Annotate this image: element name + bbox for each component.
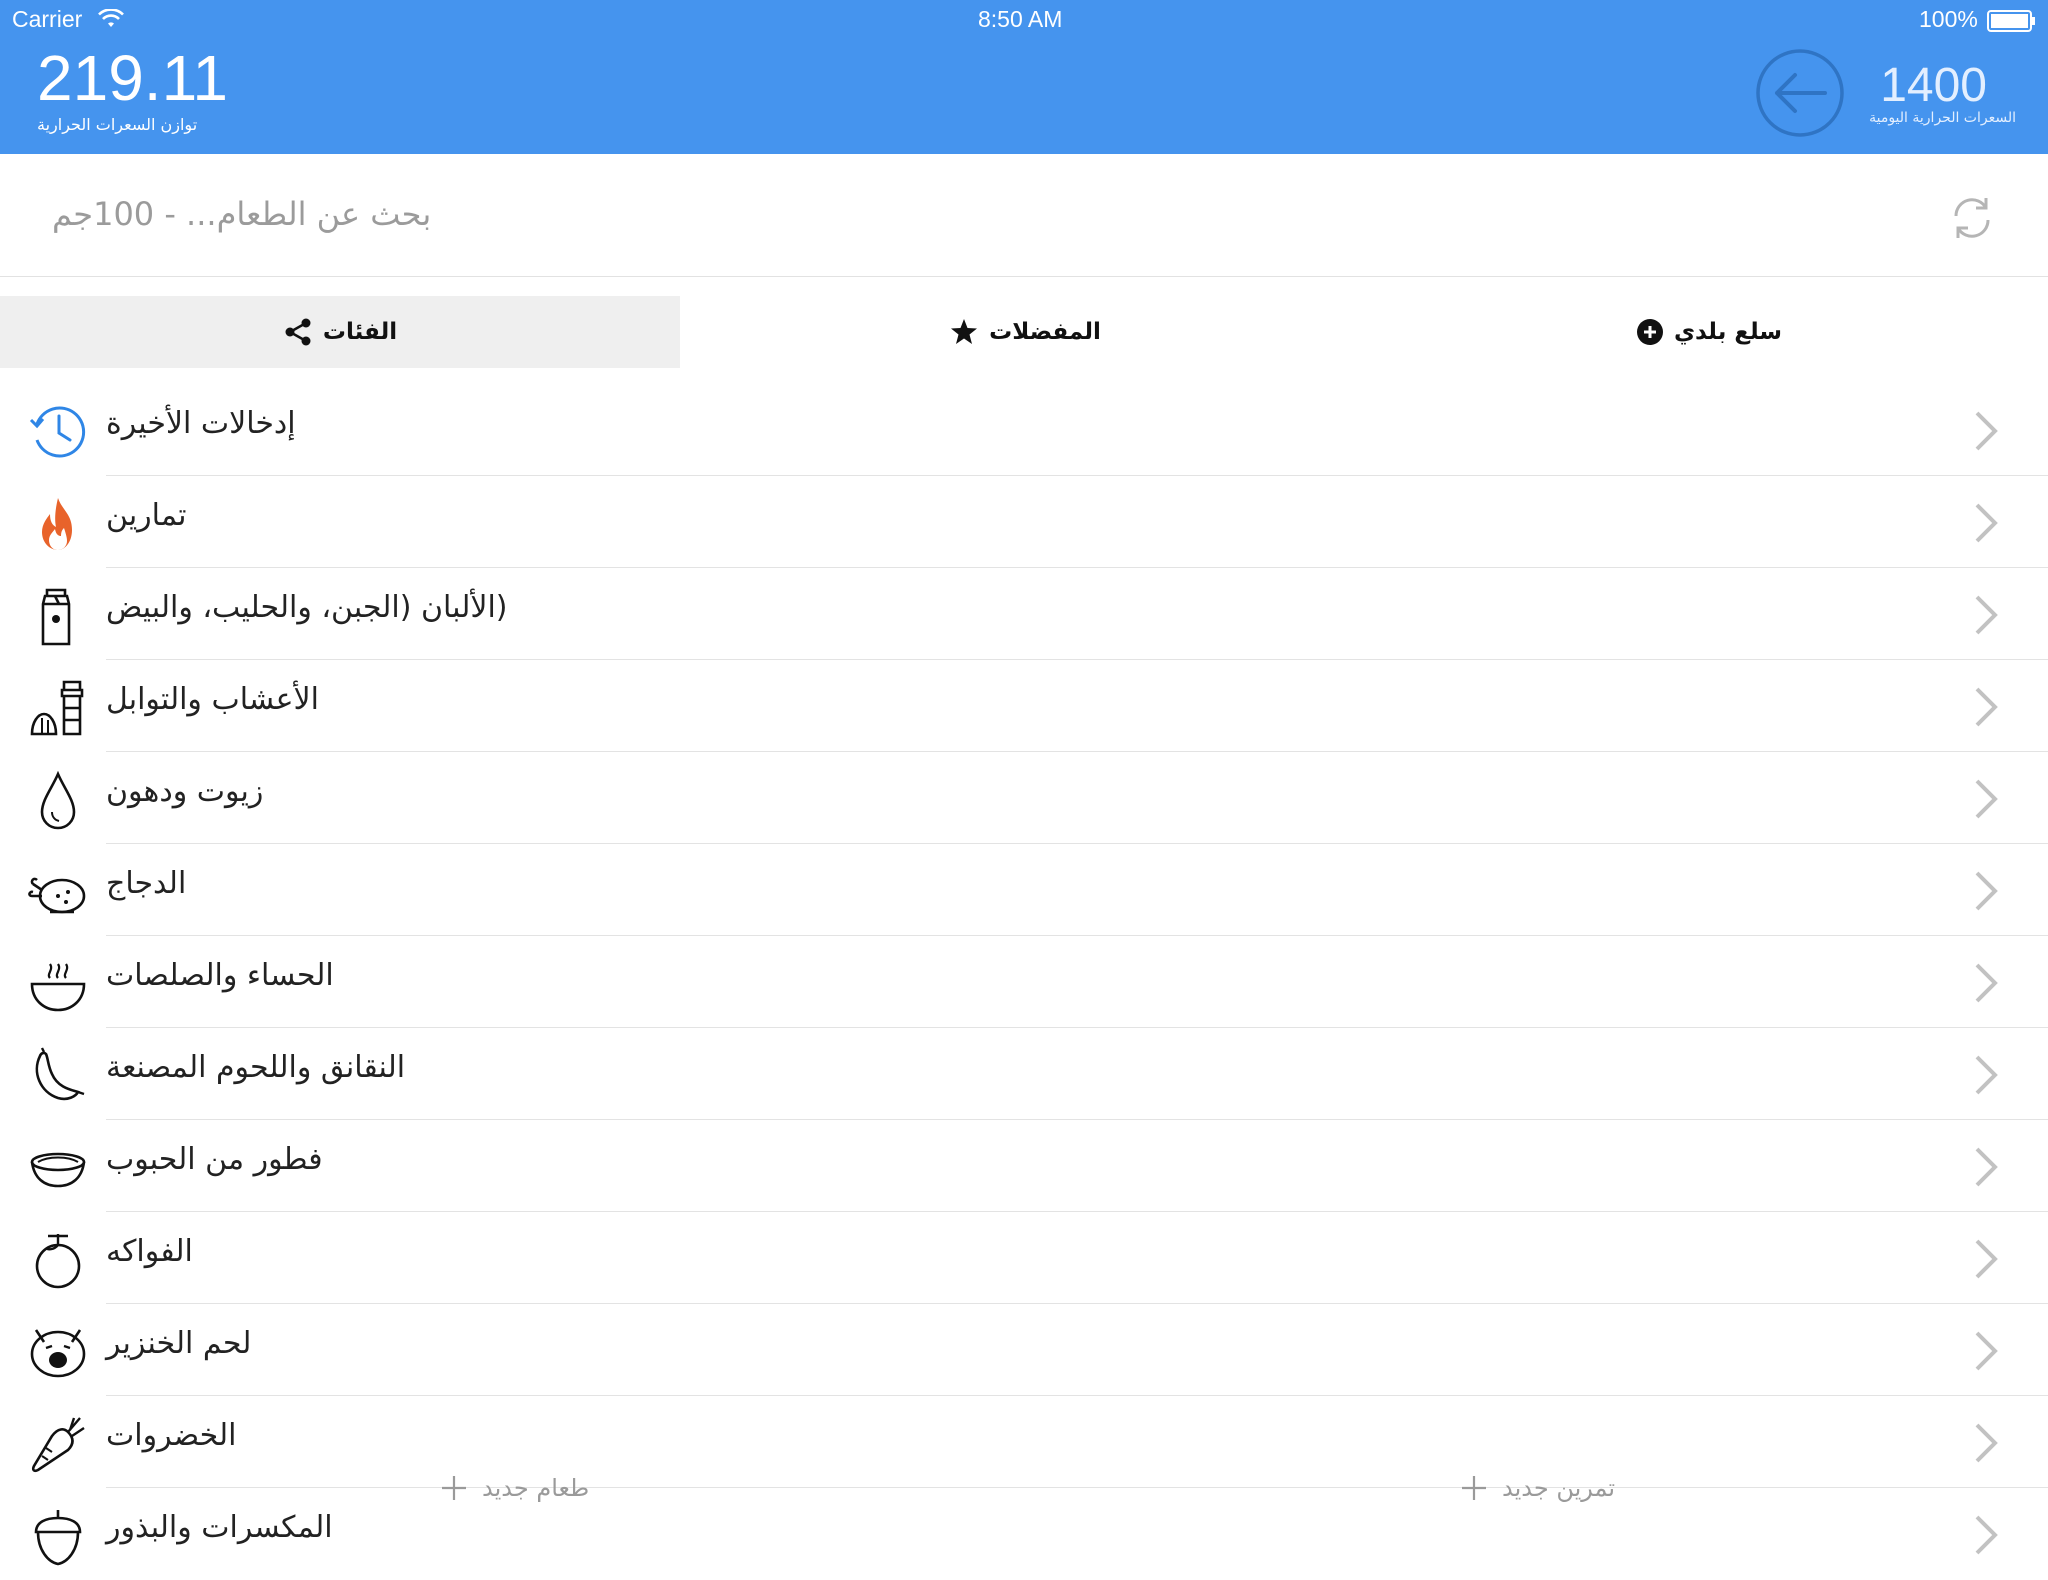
tab-favorites[interactable]: المفضلات	[680, 296, 1370, 368]
app-header: Carrier 8:50 AM 100% 219.11 توازن السعرا…	[0, 0, 2048, 154]
chevron-right-icon	[1975, 779, 1998, 819]
chevron-right-icon	[1975, 595, 1998, 635]
daily-calories-label: السعرات الحرارية اليومية	[1869, 110, 2016, 126]
new-exercise-button[interactable]: تمرين جديد	[1460, 1474, 1615, 1502]
carrot-icon	[31, 1417, 85, 1473]
list-item-label: المكسرات والبذور	[106, 1510, 333, 1545]
oil-drop-icon	[40, 770, 76, 830]
list-item[interactable]: المكسرات والبذور	[0, 1488, 2048, 1580]
list-item-label: زيوت ودهون	[106, 774, 264, 809]
list-item-label: الخضروات	[106, 1418, 237, 1453]
list-item[interactable]: الخضروات	[0, 1396, 2048, 1488]
chevron-right-icon	[1975, 503, 1998, 543]
roast-chicken-icon	[28, 877, 86, 914]
carrier-label: Carrier	[12, 6, 83, 32]
tab-favorites-label: المفضلات	[989, 319, 1101, 345]
fruit-icon	[35, 1234, 81, 1289]
back-arrow-icon[interactable]	[1755, 48, 1845, 138]
list-item[interactable]: (الألبان (الجبن، والحليب، والبيض	[0, 568, 2048, 660]
chevron-right-icon	[1975, 1423, 1998, 1463]
chevron-right-icon	[1975, 1055, 1998, 1095]
chevron-right-icon	[1975, 1515, 1998, 1555]
list-item-label: الأعشاب والتوابل	[106, 682, 319, 717]
list-item[interactable]: فطور من الحبوب	[0, 1120, 2048, 1212]
refresh-icon[interactable]	[1948, 194, 1996, 242]
chevron-right-icon	[1975, 1331, 1998, 1371]
chevron-right-icon	[1975, 1147, 1998, 1187]
history-clock-icon	[29, 406, 86, 458]
list-item[interactable]: تمارين	[0, 476, 2048, 568]
list-item-label: الدجاج	[106, 866, 187, 901]
acorn-icon	[34, 1510, 82, 1566]
list-item-label: لحم الخنزير	[106, 1326, 252, 1361]
tab-my-items[interactable]: سلع بلدي	[1370, 296, 2048, 368]
chevron-right-icon	[1975, 1239, 1998, 1279]
list-item-label: (الألبان (الجبن، والحليب، والبيض	[106, 590, 508, 625]
list-item[interactable]: زيوت ودهون	[0, 752, 2048, 844]
tab-categories[interactable]: الفئات	[0, 296, 680, 368]
plus-circle-icon	[1636, 319, 1663, 345]
calorie-balance-label: توازن السعرات الحرارية	[37, 115, 198, 134]
soup-bowl-icon	[30, 963, 86, 1012]
tab-my-items-label: سلع بلدي	[1673, 319, 1783, 345]
star-icon	[951, 319, 978, 344]
calorie-balance-value: 219.11	[37, 42, 228, 114]
battery-percent: 100%	[1919, 6, 1978, 32]
chevron-right-icon	[1975, 871, 1998, 911]
list-item-label: الحساء والصلصات	[106, 958, 334, 993]
list-item-label: إدخالات الأخيرة	[106, 406, 296, 441]
plus-icon	[442, 1476, 466, 1500]
new-exercise-label: تمرين جديد	[1502, 1474, 1616, 1502]
list-item[interactable]: الفواكه	[0, 1212, 2048, 1304]
wifi-icon	[98, 9, 124, 27]
battery-icon	[1987, 10, 2035, 32]
share-icon	[285, 318, 311, 346]
flame-icon	[42, 498, 72, 550]
list-item[interactable]: الدجاج	[0, 844, 2048, 936]
sausage-icon	[35, 1047, 85, 1101]
pig-icon	[30, 1329, 86, 1378]
food-search-input[interactable]	[50, 178, 1854, 250]
clock-label: 8:50 AM	[978, 6, 1063, 32]
spice-grinder-icon	[30, 680, 84, 736]
list-item[interactable]: الحساء والصلصات	[0, 936, 2048, 1028]
tab-categories-label: الفئات	[322, 319, 398, 345]
list-item[interactable]: الأعشاب والتوابل	[0, 660, 2048, 752]
tab-bar: الفئات المفضلات سلع بلدي	[0, 296, 2048, 368]
list-item[interactable]: لحم الخنزير	[0, 1304, 2048, 1396]
plus-icon	[1462, 1476, 1486, 1500]
list-item-label: فطور من الحبوب	[106, 1142, 323, 1177]
list-item-label: الفواكه	[106, 1234, 193, 1269]
new-food-button[interactable]: طعام جديد	[440, 1474, 589, 1502]
list-item[interactable]: إدخالات الأخيرة	[0, 384, 2048, 476]
chevron-right-icon	[1975, 411, 1998, 451]
list-item[interactable]: النقانق واللحوم المصنعة	[0, 1028, 2048, 1120]
search-bar	[0, 154, 2048, 277]
category-list: إدخالات الأخيرة تمارين (الألبان (الجبن، …	[0, 384, 2048, 1580]
chevron-right-icon	[1975, 963, 1998, 1003]
chevron-right-icon	[1975, 687, 1998, 727]
list-item-label: تمارين	[106, 498, 187, 533]
list-item-label: النقانق واللحوم المصنعة	[106, 1050, 406, 1085]
milk-carton-icon	[41, 588, 71, 646]
new-food-label: طعام جديد	[482, 1474, 590, 1502]
daily-calories-value: 1400	[1880, 59, 1987, 112]
cereal-bowl-icon	[30, 1152, 86, 1188]
